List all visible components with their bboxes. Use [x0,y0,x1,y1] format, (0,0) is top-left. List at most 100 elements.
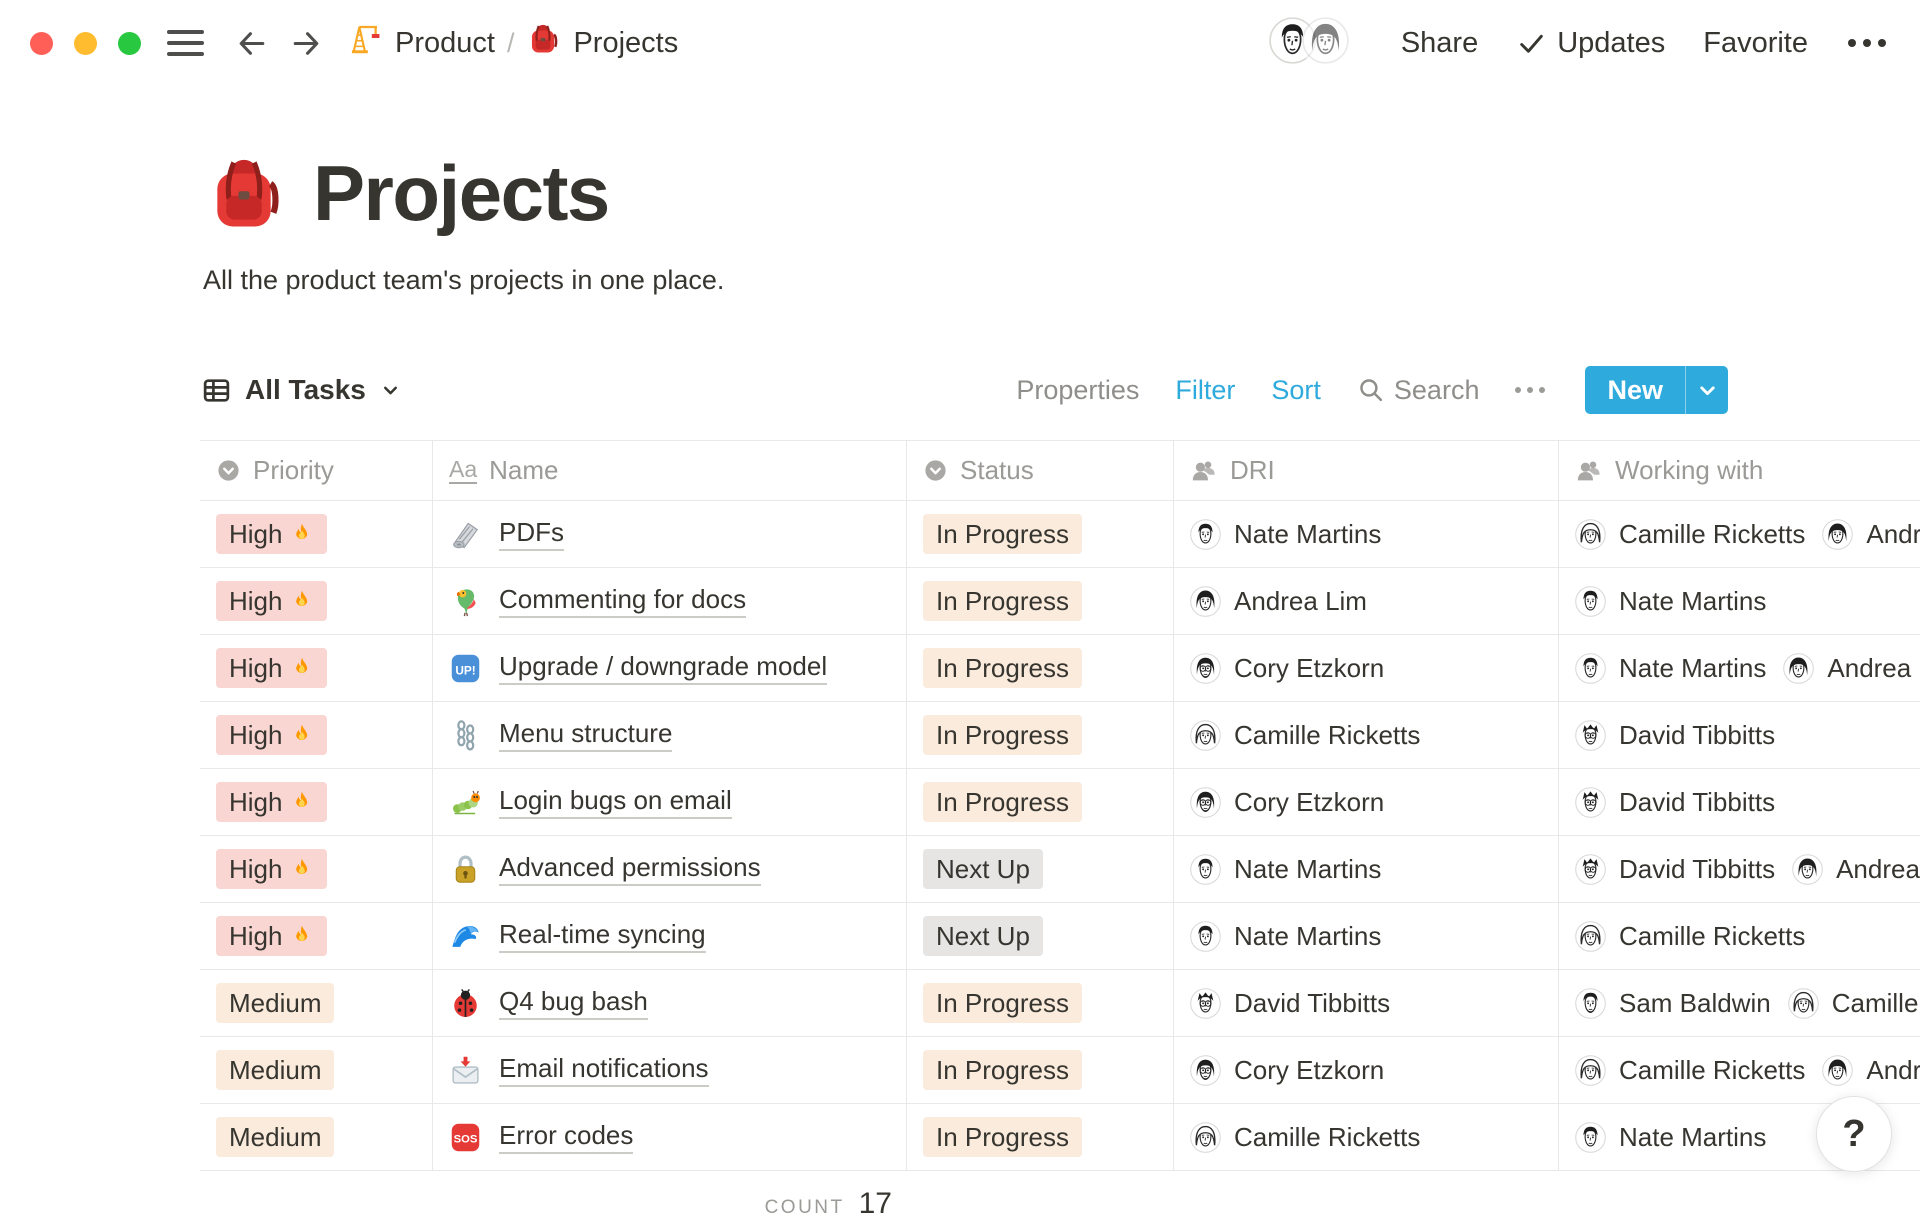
sidebar-menu-icon[interactable] [167,30,204,56]
status-cell[interactable]: In Progress [907,1104,1174,1170]
dri-cell[interactable]: Nate Martins [1174,836,1559,902]
working-with-cell[interactable]: Camille RickettsAndrea Lim [1559,501,1920,567]
sort-button[interactable]: Sort [1271,375,1321,406]
name-cell[interactable]: Real-time syncing [433,903,907,969]
person-chip[interactable]: Nate Martins [1575,653,1766,684]
column-header-name[interactable]: AaName [433,441,907,500]
status-cell[interactable]: In Progress [907,501,1174,567]
presence-avatar[interactable] [1302,17,1349,69]
priority-cell[interactable]: High [200,501,433,567]
person-chip[interactable]: Andrea Lim [1822,519,1920,550]
updates-button[interactable]: Updates [1516,27,1665,60]
priority-cell[interactable]: High [200,769,433,835]
person-chip[interactable]: Cory Etzkorn [1190,1055,1384,1086]
working-with-cell[interactable]: David Tibbitts [1559,769,1920,835]
priority-cell[interactable]: High [200,903,433,969]
name-cell[interactable]: Advanced permissions [433,836,907,902]
dri-cell[interactable]: Nate Martins [1174,903,1559,969]
person-chip[interactable]: Camille Ricketts [1788,988,1920,1019]
dri-cell[interactable]: Nate Martins [1174,501,1559,567]
priority-cell[interactable]: High [200,635,433,701]
dri-cell[interactable]: Cory Etzkorn [1174,635,1559,701]
status-cell[interactable]: Next Up [907,903,1174,969]
new-button[interactable]: New [1585,366,1728,414]
properties-button[interactable]: Properties [1016,375,1139,406]
name-cell[interactable]: Menu structure [433,702,907,768]
favorite-button[interactable]: Favorite [1703,27,1808,60]
person-chip[interactable]: Nate Martins [1190,921,1381,952]
page-link[interactable]: PDFs [499,517,564,551]
help-button[interactable]: ? [1816,1096,1892,1172]
working-with-cell[interactable]: Nate Martins Andrea Lim [1559,635,1920,701]
name-cell[interactable]: Login bugs on email [433,769,907,835]
column-header-working-with[interactable]: Working with [1559,441,1920,500]
name-cell[interactable]: UP!Upgrade / downgrade model [433,635,907,701]
status-cell[interactable]: In Progress [907,970,1174,1036]
column-header-status[interactable]: Status [907,441,1174,500]
dri-cell[interactable]: Andrea Lim [1174,568,1559,634]
name-cell[interactable]: Commenting for docs [433,568,907,634]
view-switcher[interactable]: All Tasks [201,374,402,406]
person-chip[interactable]: Camille Ricketts [1190,1122,1420,1153]
priority-cell[interactable]: Medium [200,1104,433,1170]
status-cell[interactable]: In Progress [907,702,1174,768]
table-row[interactable]: HighCommenting for docsIn Progress Andrea… [200,568,1920,635]
dri-cell[interactable]: Camille Ricketts [1174,702,1559,768]
dri-cell[interactable]: Cory Etzkorn [1174,1037,1559,1103]
share-button[interactable]: Share [1401,27,1478,60]
page-link[interactable]: Email notifications [499,1053,709,1087]
status-cell[interactable]: Next Up [907,836,1174,902]
person-chip[interactable]: Sam Baldwin [1575,988,1771,1019]
name-cell[interactable]: PDFs [433,501,907,567]
table-row[interactable]: High Advanced permissions Next UpNate Mart… [200,836,1920,903]
person-chip[interactable]: David Tibbitts [1190,988,1390,1019]
backpack-page-icon[interactable] [203,153,285,235]
person-chip[interactable]: Camille Ricketts [1575,1055,1805,1086]
person-chip[interactable]: Andrea Lim [1783,653,1920,684]
new-dropdown-icon[interactable] [1685,366,1728,414]
person-chip[interactable]: David Tibbitts [1575,787,1775,818]
forward-arrow-icon[interactable] [287,25,324,62]
name-cell[interactable]: Q4 bug bash [433,970,907,1036]
person-chip[interactable]: David Tibbitts [1575,720,1775,751]
person-chip[interactable]: Nate Martins [1575,1122,1766,1153]
priority-cell[interactable]: High [200,836,433,902]
page-link[interactable]: Real-time syncing [499,919,706,953]
table-row[interactable]: HighLogin bugs on emailIn ProgressCory E… [200,769,1920,836]
status-cell[interactable]: In Progress [907,1037,1174,1103]
page-link[interactable]: Menu structure [499,718,672,752]
person-chip[interactable]: Camille Ricketts [1575,921,1805,952]
name-cell[interactable]: Email notifications [433,1037,907,1103]
working-with-cell[interactable]: David Tibbitts [1559,702,1920,768]
column-header-priority[interactable]: Priority [200,441,433,500]
breadcrumb-projects[interactable]: Projects [526,22,678,64]
view-more-options-icon[interactable] [1515,387,1545,393]
dri-cell[interactable]: David Tibbitts [1174,970,1559,1036]
working-with-cell[interactable]: Camille Ricketts [1559,903,1920,969]
table-row[interactable]: High Real-time syncing Next Up Nate Martins… [200,903,1920,970]
status-cell[interactable]: In Progress [907,635,1174,701]
priority-cell[interactable]: High [200,702,433,768]
table-row[interactable]: MediumSOSError codesIn ProgressCamille R… [200,1104,1920,1171]
working-with-cell[interactable]: Sam Baldwin Camille Ricketts [1559,970,1920,1036]
person-chip[interactable]: Nate Martins [1575,586,1766,617]
priority-cell[interactable]: Medium [200,970,433,1036]
person-chip[interactable]: Andrea Lim [1792,854,1920,885]
status-cell[interactable]: In Progress [907,568,1174,634]
page-link[interactable]: Upgrade / downgrade model [499,651,827,685]
zoom-window-button[interactable] [118,32,141,55]
table-row[interactable]: HighUP!Upgrade / downgrade modelIn Progr… [200,635,1920,702]
column-header-dri[interactable]: DRI [1174,441,1559,500]
person-chip[interactable]: David Tibbitts [1575,854,1775,885]
close-window-button[interactable] [30,32,53,55]
person-chip[interactable]: Cory Etzkorn [1190,787,1384,818]
table-row[interactable]: High Menu structure In Progress Camille Ric… [200,702,1920,769]
table-row[interactable]: MediumQ4 bug bashIn Progress David Tibbit… [200,970,1920,1037]
page-link[interactable]: Advanced permissions [499,852,761,886]
minimize-window-button[interactable] [74,32,97,55]
page-link[interactable]: Error codes [499,1120,633,1154]
person-chip[interactable]: Camille Ricketts [1190,720,1420,751]
priority-cell[interactable]: High [200,568,433,634]
more-options-icon[interactable] [1848,39,1886,47]
person-chip[interactable]: Andrea Lim [1190,586,1367,617]
